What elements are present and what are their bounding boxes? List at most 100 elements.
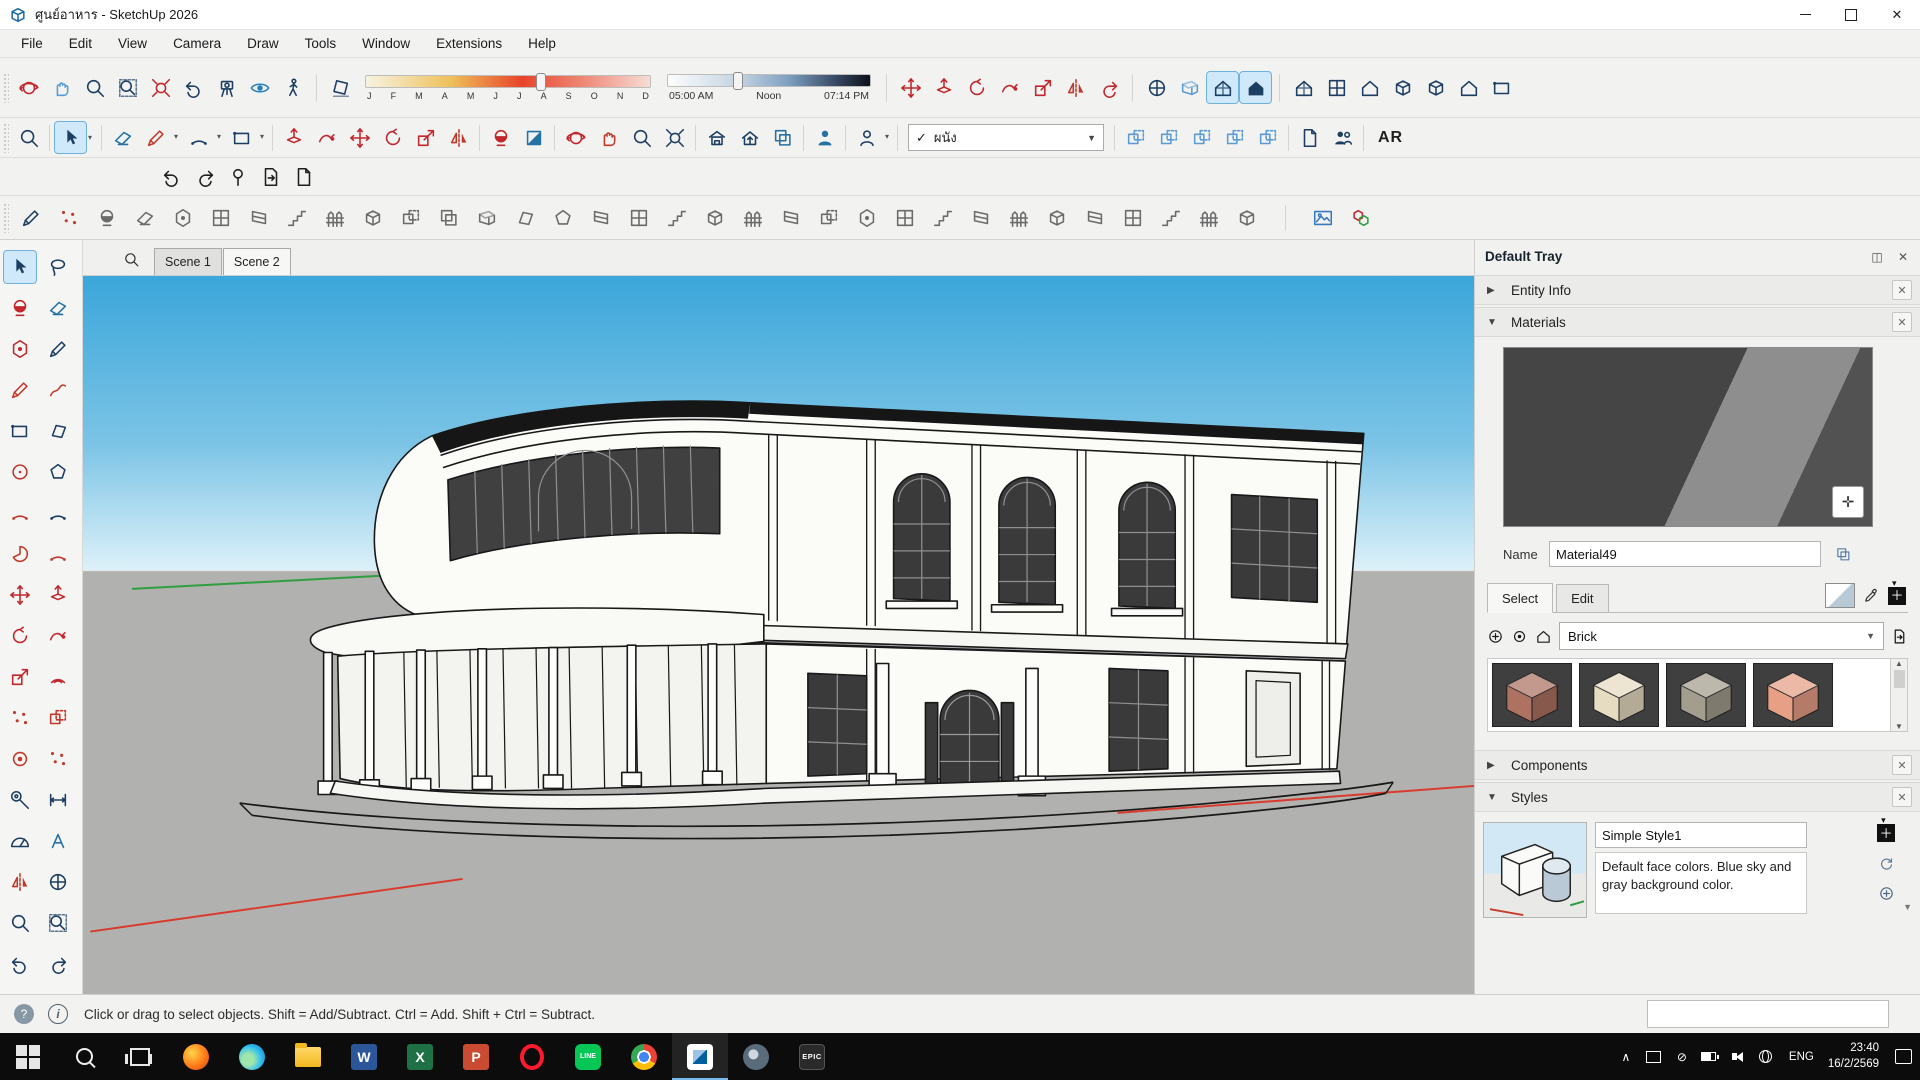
tool-button[interactable] bbox=[3, 701, 37, 735]
orbit-button[interactable]: ▾ bbox=[12, 71, 45, 104]
collaborate-button[interactable] bbox=[1326, 121, 1359, 154]
match-color-button[interactable]: ✛ bbox=[1832, 486, 1864, 518]
user-button[interactable]: ▾ bbox=[808, 121, 841, 154]
tool-button[interactable] bbox=[3, 824, 37, 858]
push-pull-button[interactable] bbox=[927, 71, 960, 104]
tool-button[interactable] bbox=[3, 373, 37, 407]
extension-tool-3-button[interactable] bbox=[88, 201, 126, 234]
share-component-button[interactable]: ▾ bbox=[766, 121, 799, 154]
extension-tool-8-button[interactable] bbox=[278, 201, 316, 234]
swatch-scrollbar[interactable]: ▲▼ bbox=[1891, 658, 1908, 732]
x-ray-button[interactable] bbox=[1173, 71, 1206, 104]
tab-edit[interactable]: Edit bbox=[1556, 584, 1608, 612]
shaded-button[interactable] bbox=[1239, 71, 1272, 104]
tool-button[interactable] bbox=[3, 865, 37, 899]
style-thumbnail[interactable] bbox=[1483, 822, 1587, 918]
tool-button[interactable] bbox=[3, 660, 37, 694]
tool-button[interactable] bbox=[3, 250, 37, 284]
taskbar-app[interactable] bbox=[56, 1033, 112, 1080]
select-button[interactable]: ▾ bbox=[54, 121, 87, 154]
extension-tool-12-button[interactable] bbox=[430, 201, 468, 234]
tool-button[interactable] bbox=[41, 619, 75, 653]
extension-tool-16-button[interactable] bbox=[582, 201, 620, 234]
materials-header[interactable]: ▼ Materials ✕ bbox=[1475, 307, 1920, 337]
material-swatch[interactable] bbox=[1666, 663, 1746, 727]
view-front-button[interactable] bbox=[1353, 71, 1386, 104]
styles-dropdown-icon[interactable]: ▼ bbox=[1903, 902, 1912, 912]
scale-button[interactable]: ▾ bbox=[409, 121, 442, 154]
export-button[interactable] bbox=[254, 160, 287, 193]
share-model-button[interactable]: ▾ bbox=[733, 121, 766, 154]
close-section-icon[interactable]: ✕ bbox=[1892, 312, 1912, 332]
solid-trim-button[interactable] bbox=[1251, 121, 1284, 154]
material-swatch[interactable] bbox=[1753, 663, 1833, 727]
taskbar-app[interactable]: W bbox=[336, 1033, 392, 1080]
tool-button[interactable] bbox=[3, 537, 37, 571]
material-swatch[interactable] bbox=[1579, 663, 1659, 727]
tool-button[interactable] bbox=[3, 578, 37, 612]
pan-button[interactable]: ▾ bbox=[592, 121, 625, 154]
extension-tool-18-button[interactable] bbox=[658, 201, 696, 234]
rectangle-button[interactable]: ▾ bbox=[225, 121, 258, 154]
scale-button[interactable] bbox=[1026, 71, 1059, 104]
view-back-button[interactable] bbox=[1419, 71, 1452, 104]
close-section-icon[interactable]: ✕ bbox=[1892, 280, 1912, 300]
extension-tool-28-button[interactable] bbox=[1038, 201, 1076, 234]
tool-button[interactable] bbox=[3, 619, 37, 653]
extension-tool-31-button[interactable] bbox=[1152, 201, 1190, 234]
tool-button[interactable] bbox=[3, 783, 37, 817]
chevron-up-icon[interactable]: ∧ bbox=[1617, 1047, 1635, 1067]
tray-pin-icon[interactable]: ◫ bbox=[1868, 248, 1886, 266]
taskbar-app[interactable] bbox=[224, 1033, 280, 1080]
previous-view-button[interactable]: ▾ bbox=[177, 71, 210, 104]
taskbar-app[interactable]: X bbox=[392, 1033, 448, 1080]
style-name-input[interactable] bbox=[1595, 822, 1807, 848]
volume-icon[interactable] bbox=[1729, 1047, 1747, 1067]
tray-close-icon[interactable]: ✕ bbox=[1894, 248, 1912, 266]
extension-tool-6-button[interactable] bbox=[202, 201, 240, 234]
extension-tool-17-button[interactable] bbox=[620, 201, 658, 234]
entity-info-header[interactable]: ▶ Entity Info ✕ bbox=[1475, 275, 1920, 305]
extension-tool-24-button[interactable] bbox=[886, 201, 924, 234]
flip-button[interactable]: ▾ bbox=[442, 121, 475, 154]
rotate-button[interactable]: ▾ bbox=[376, 121, 409, 154]
taskbar-app[interactable]: EPIC bbox=[784, 1033, 840, 1080]
bluetooth-icon[interactable]: ⊘ bbox=[1673, 1047, 1691, 1067]
zoom-button[interactable]: ▾ bbox=[625, 121, 658, 154]
push-pull-button[interactable]: ▾ bbox=[277, 121, 310, 154]
extension-tool-19-button[interactable] bbox=[696, 201, 734, 234]
tool-button[interactable] bbox=[41, 537, 75, 571]
clock[interactable]: 23:40 16/2/2569 bbox=[1828, 1041, 1879, 1072]
extension-tool-4-button[interactable] bbox=[126, 201, 164, 234]
duplicate-material-icon[interactable] bbox=[1835, 546, 1852, 563]
search-icon[interactable] bbox=[123, 251, 140, 268]
tool-button[interactable] bbox=[41, 660, 75, 694]
paint-bucket-button[interactable]: ▾ bbox=[484, 121, 517, 154]
solid-intersect-button[interactable] bbox=[1152, 121, 1185, 154]
tool-button[interactable] bbox=[41, 414, 75, 448]
menu-item[interactable]: Camera bbox=[162, 33, 232, 54]
taskbar-app[interactable]: LINE bbox=[560, 1033, 616, 1080]
extension-tool-5-button[interactable] bbox=[164, 201, 202, 234]
tool-button[interactable] bbox=[41, 578, 75, 612]
material-swatch[interactable] bbox=[1492, 663, 1572, 727]
extension-tool-32-button[interactable] bbox=[1190, 201, 1228, 234]
month-slider-handle[interactable] bbox=[536, 73, 546, 91]
details-arrow-icon[interactable] bbox=[1891, 628, 1908, 645]
close-button[interactable] bbox=[1874, 0, 1920, 30]
walk-button[interactable]: ▾ bbox=[276, 71, 309, 104]
account-button[interactable]: ▾ bbox=[850, 121, 883, 154]
follow-me-button[interactable]: ▾ bbox=[310, 121, 343, 154]
hidden-line-button[interactable] bbox=[1206, 71, 1239, 104]
close-section-icon[interactable]: ✕ bbox=[1892, 787, 1912, 807]
eyedropper-icon[interactable] bbox=[1863, 587, 1880, 604]
tool-button[interactable] bbox=[41, 496, 75, 530]
extension-tool-15-button[interactable] bbox=[544, 201, 582, 234]
add-material-icon[interactable]: ＋ bbox=[1888, 587, 1906, 605]
view-left-button[interactable] bbox=[1452, 71, 1485, 104]
extension-tool-10-button[interactable] bbox=[354, 201, 392, 234]
sample-paint-icon[interactable] bbox=[1511, 628, 1528, 645]
tool-button[interactable] bbox=[3, 496, 37, 530]
create-style-icon[interactable] bbox=[1878, 885, 1895, 902]
rotate-copy-button[interactable] bbox=[1092, 71, 1125, 104]
